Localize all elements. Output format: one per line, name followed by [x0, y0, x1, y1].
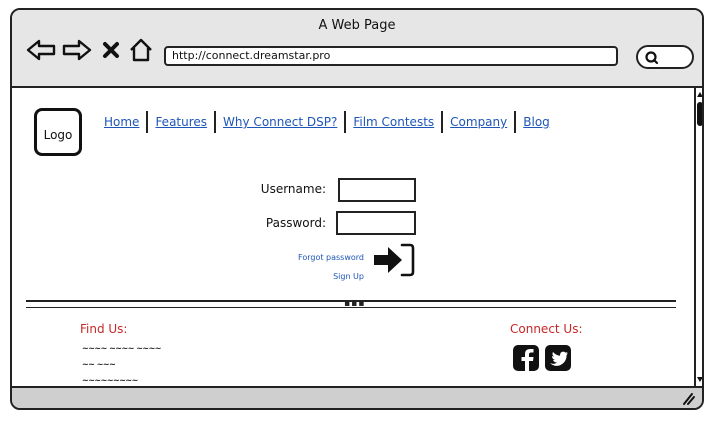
nav-separator	[344, 111, 347, 133]
back-arrow-icon[interactable]	[26, 38, 56, 62]
nav-company[interactable]: Company	[444, 115, 513, 129]
close-x-icon[interactable]	[102, 41, 120, 59]
nav-why-connect-dsp[interactable]: Why Connect DSP?	[217, 115, 343, 129]
window-title: A Web Page	[318, 18, 396, 33]
nav-separator	[214, 111, 217, 133]
search-box[interactable]	[636, 45, 694, 69]
page-content: Logo Home Features Why Connect DSP? Film…	[12, 88, 694, 386]
nav-separator	[146, 111, 149, 133]
main-nav: Home Features Why Connect DSP? Film Cont…	[98, 110, 556, 134]
splitter-grip[interactable]: ▪▪▪	[344, 300, 365, 309]
facebook-icon[interactable]	[512, 344, 540, 372]
scroll-down-arrow-icon[interactable]	[696, 374, 704, 384]
forgot-password-link[interactable]: Forgot password	[254, 253, 364, 262]
address-line: ~~~~ ~~~~ ~~~~	[82, 344, 162, 353]
nav-separator	[514, 111, 517, 133]
search-icon	[645, 51, 659, 65]
scroll-up-arrow-icon[interactable]	[696, 90, 704, 100]
nav-features[interactable]: Features	[149, 115, 213, 129]
forward-arrow-icon[interactable]	[62, 38, 92, 62]
status-bar	[12, 386, 702, 408]
nav-separator	[441, 111, 444, 133]
browser-window: A Web Page http://connect.dreamstar.pro …	[10, 8, 704, 410]
password-input[interactable]	[336, 211, 416, 235]
twitter-icon[interactable]	[544, 344, 572, 372]
logo[interactable]: Logo	[34, 108, 82, 156]
address-line: ~~ ~~~	[82, 360, 116, 369]
address-line: ~~~~~~~~~	[82, 376, 138, 385]
url-bar[interactable]: http://connect.dreamstar.pro	[164, 46, 618, 66]
password-label: Password:	[265, 216, 326, 230]
connect-us-heading: Connect Us:	[510, 322, 583, 336]
sign-in-icon[interactable]	[372, 242, 416, 278]
browser-toolbar: A Web Page http://connect.dreamstar.pro	[12, 10, 702, 88]
username-input[interactable]	[338, 178, 416, 202]
home-icon[interactable]	[128, 37, 154, 63]
resize-grip-icon[interactable]	[680, 390, 696, 406]
sign-up-link[interactable]: Sign Up	[254, 272, 364, 281]
vertical-scrollbar[interactable]	[694, 88, 704, 386]
nav-home[interactable]: Home	[98, 115, 145, 129]
scroll-thumb[interactable]	[697, 102, 702, 126]
username-label: Username:	[260, 182, 326, 196]
nav-blog[interactable]: Blog	[517, 115, 556, 129]
nav-film-contests[interactable]: Film Contests	[347, 115, 440, 129]
find-us-heading: Find Us:	[80, 322, 128, 336]
